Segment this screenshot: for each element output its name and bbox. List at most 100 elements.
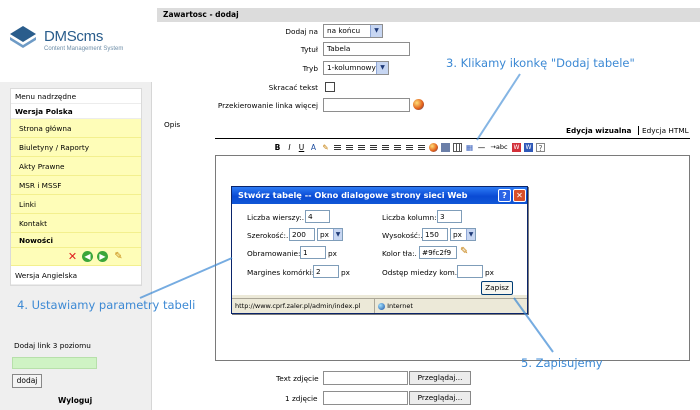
cols-input[interactable]: 3 <box>437 210 462 223</box>
width-unit-value: px <box>320 230 329 239</box>
help-button[interactable]: ? <box>536 142 545 153</box>
highlight-icon[interactable]: ✎ <box>321 143 330 152</box>
news-actions: ✕ ◀ ▶ ✎ <box>11 248 141 266</box>
cell-spacing-input[interactable] <box>457 265 483 278</box>
sidebar-item-home[interactable]: Strona główna <box>11 119 141 138</box>
cols-label: Liczba kolumn:. <box>382 213 439 222</box>
add-on-value: na końcu <box>327 26 361 35</box>
link-globe-icon[interactable] <box>429 142 438 152</box>
photo1-input[interactable] <box>323 391 408 405</box>
strike-label: abc <box>495 142 508 151</box>
status-zone-label: Internet <box>387 302 413 310</box>
sidebar-item-msr[interactable]: MSR i MSSF <box>11 176 141 195</box>
browse-button-text-photo[interactable]: Przeglądaj... <box>409 371 471 385</box>
delete-icon[interactable]: ✕ <box>67 251 78 262</box>
edit-icon[interactable]: ✎ <box>113 251 124 262</box>
status-url: http://www.cprf.zaler.pl/admin/index.pl <box>235 302 361 310</box>
text-photo-input[interactable] <box>323 371 408 385</box>
logout-link[interactable]: Wyloguj <box>58 396 92 405</box>
photo1-label: 1 zdjęcie <box>285 394 318 403</box>
dialog-titlebar[interactable]: Stwórz tabelę -- Okno dialogowe strony s… <box>232 187 527 204</box>
move-up-icon[interactable]: ◀ <box>82 251 93 262</box>
sidebar-item-parent-menu[interactable]: Menu nadrzędne <box>11 89 141 104</box>
annotation-step4: 4. Ustawiamy parametry tabeli <box>17 298 196 312</box>
sidebar-item-contact[interactable]: Kontakt <box>11 214 141 233</box>
add-link-button[interactable]: dodaj <box>12 374 42 388</box>
description-label: Opis <box>164 120 181 129</box>
left-sidebar: DMScms Content Management System Menu na… <box>0 0 152 410</box>
justify-icon[interactable] <box>369 143 378 152</box>
width-unit-select[interactable]: px ▼ <box>317 228 343 241</box>
dialog-close-button[interactable]: ✕ <box>513 189 526 202</box>
strike-button[interactable]: →abc <box>489 143 509 152</box>
logo-name: DMScms <box>44 28 104 45</box>
sidebar-item-polish-version[interactable]: Wersja Polska <box>11 104 141 119</box>
add-on-label: Dodaj na <box>285 27 318 36</box>
outdent-icon[interactable] <box>405 143 414 152</box>
shorten-checkbox[interactable] <box>325 82 335 92</box>
unordered-list-icon[interactable] <box>393 143 402 152</box>
globe-icon[interactable] <box>413 99 424 110</box>
color-picker-icon[interactable]: ✎ <box>460 246 468 257</box>
logo-tagline: Content Management System <box>44 46 124 52</box>
ordered-list-icon[interactable] <box>381 143 390 152</box>
rows-input[interactable]: 4 <box>305 210 330 223</box>
clean-word-button[interactable]: W <box>524 142 533 152</box>
mode-label: Tryb <box>302 64 318 73</box>
height-unit-value: px <box>453 230 462 239</box>
italic-button[interactable]: I <box>285 143 294 152</box>
arrow-step3 <box>476 73 521 141</box>
indent-icon[interactable] <box>417 143 426 152</box>
sidebar-item-news[interactable]: Nowości <box>11 233 141 248</box>
border-label: Obramowanie:. <box>247 249 303 258</box>
tab-visual-edit[interactable]: Edycja wizualna <box>566 126 631 135</box>
chevron-down-icon: ▼ <box>333 229 342 240</box>
cell-padding-unit: px <box>341 268 350 277</box>
save-button[interactable]: Zapisz <box>481 281 513 295</box>
dialog-help-button[interactable]: ? <box>498 189 511 202</box>
bg-color-input[interactable]: #9fc2f9 <box>419 246 457 259</box>
sidebar-item-bulletins[interactable]: Biuletyny / Raporty <box>11 138 141 157</box>
bg-color-label: Kolor tła:. <box>382 249 417 258</box>
title-input[interactable]: Tabela <box>323 42 410 56</box>
move-down-icon[interactable]: ▶ <box>97 251 108 262</box>
text-photo-label: Text zdjęcie <box>276 374 319 383</box>
annotation-step3: 3. Klikamy ikonkę "Dodaj tabele" <box>446 56 635 70</box>
cell-padding-label: Margines komórki:. <box>247 268 317 277</box>
cell-padding-input[interactable]: 2 <box>313 265 339 278</box>
sidebar-item-legal-acts[interactable]: Akty Prawne <box>11 157 141 176</box>
sidebar-item-english-version[interactable]: Wersja Angielska <box>11 266 141 285</box>
tab-html-edit[interactable]: Edycja HTML <box>638 126 689 135</box>
mode-select[interactable]: 1-kolumnowy ▼ <box>323 61 389 75</box>
align-left-icon[interactable] <box>333 143 342 152</box>
level3-input[interactable] <box>12 357 97 369</box>
logo-icon <box>10 26 36 48</box>
align-right-icon[interactable] <box>357 143 366 152</box>
bold-button[interactable]: B <box>273 143 282 152</box>
chevron-down-icon: ▼ <box>376 62 388 74</box>
add-table-icon[interactable] <box>453 142 462 152</box>
redirect-input[interactable] <box>323 98 410 112</box>
cell-spacing-unit: px <box>485 268 494 277</box>
underline-button[interactable]: U <box>297 143 306 152</box>
font-color-button[interactable]: A <box>309 143 318 152</box>
image-icon[interactable] <box>441 142 450 152</box>
horizontal-rule-icon[interactable]: — <box>477 143 486 152</box>
table-grid-icon[interactable]: ▦ <box>465 143 474 152</box>
dialog-title: Stwórz tabelę -- Okno dialogowe strony s… <box>238 190 468 200</box>
rows-label: Liczba wierszy:. <box>247 213 305 222</box>
mode-value: 1-kolumnowy <box>327 63 376 72</box>
shorten-label: Skracać tekst <box>268 83 318 92</box>
width-input[interactable]: 200 <box>289 228 315 241</box>
add-on-select[interactable]: na końcu ▼ <box>323 24 383 38</box>
align-center-icon[interactable] <box>345 143 354 152</box>
height-input[interactable]: 150 <box>422 228 448 241</box>
height-label: Wysokość:. <box>382 231 423 240</box>
browse-button-photo1[interactable]: Przeglądaj... <box>409 391 471 405</box>
border-unit: px <box>328 249 337 258</box>
border-input[interactable]: 1 <box>300 246 326 259</box>
height-unit-select[interactable]: px ▼ <box>450 228 476 241</box>
logo-area: DMScms Content Management System <box>0 0 152 82</box>
paste-word-button[interactable]: W <box>512 142 521 152</box>
sidebar-item-links[interactable]: Linki <box>11 195 141 214</box>
